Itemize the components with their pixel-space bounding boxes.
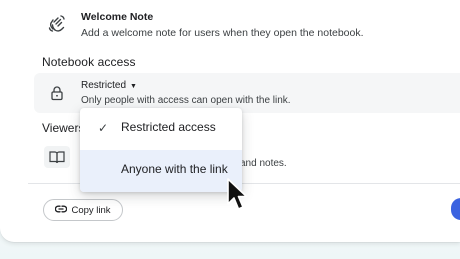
viewers-icon-container [44, 146, 70, 168]
menu-item-anyone-with-link[interactable]: Anyone with the link [80, 150, 242, 192]
lock-icon [49, 85, 65, 101]
menu-item-label: Anyone with the link [121, 162, 228, 176]
access-level-value: Restricted [81, 80, 127, 91]
copy-link-button[interactable]: Copy link [43, 199, 123, 221]
viewers-heading: Viewers [42, 121, 85, 135]
copy-link-label: Copy link [71, 204, 111, 216]
viewers-description: and notes. [240, 158, 287, 169]
share-button[interactable] [451, 198, 460, 220]
notebook-access-heading: Notebook access [42, 55, 136, 69]
menu-item-label: Restricted access [121, 120, 216, 134]
access-level-description: Only people with access can open with th… [81, 95, 291, 106]
access-level-dropdown[interactable]: Restricted ▼ [81, 80, 137, 91]
mouse-pointer-icon [226, 178, 248, 212]
welcome-note-row[interactable]: Welcome Note Add a welcome note for user… [32, 4, 460, 44]
menu-item-restricted-access[interactable]: ✓ Restricted access [80, 108, 242, 150]
notebook-access-row: Restricted ▼ Only people with access can… [34, 73, 460, 113]
welcome-note-description: Add a welcome note for users when they o… [81, 27, 364, 39]
hand-wave-icon [46, 13, 68, 35]
checkmark-icon: ✓ [98, 121, 109, 135]
access-dropdown-menu: ✓ Restricted access Anyone with the link [80, 108, 242, 192]
welcome-note-title: Welcome Note [81, 11, 154, 23]
caret-down-icon: ▼ [130, 82, 137, 90]
link-icon [55, 205, 68, 216]
